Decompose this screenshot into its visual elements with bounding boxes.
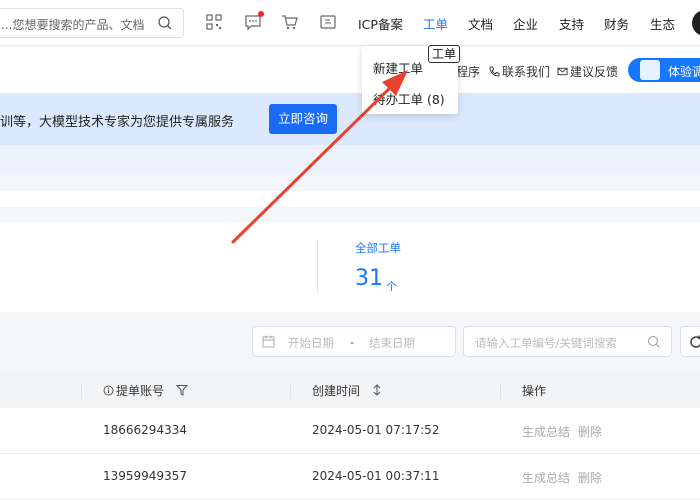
refresh-icon	[690, 335, 700, 348]
ticket-search-placeholder: 请输入工单编号/关键词搜索	[475, 336, 617, 350]
nav-ecosystem[interactable]: 生态	[650, 14, 675, 33]
ticket-search-input[interactable]: 请输入工单编号/关键词搜索	[463, 326, 672, 357]
info-icon	[103, 385, 114, 396]
phone-icon	[489, 66, 500, 77]
avatar[interactable]	[692, 10, 700, 36]
nav-ticket[interactable]: 工单	[423, 14, 448, 33]
search-icon[interactable]	[157, 15, 173, 31]
feedback-link[interactable]: 建议反馈	[557, 63, 618, 80]
top-nav: ...您想要搜索的产品、文档 ICP备案 工单 文档 企业 支持 财务 生态	[0, 0, 700, 46]
experience-icon	[640, 60, 660, 80]
all-tickets-unit: 个	[386, 280, 397, 293]
message-icon[interactable]	[244, 11, 264, 31]
column-header-account: 提单账号	[103, 374, 188, 408]
end-date-field[interactable]: 结束日期	[369, 335, 415, 351]
date-range-picker[interactable]: 开始日期 - 结束日期	[252, 326, 456, 357]
banner-strip	[0, 145, 700, 175]
search-icon[interactable]	[647, 335, 661, 349]
contact-us-link[interactable]: 联系我们	[489, 63, 550, 80]
generate-summary-link[interactable]: 生成总结	[522, 423, 570, 440]
global-search-input[interactable]: ...您想要搜索的产品、文档	[0, 8, 184, 38]
column-header-created-label: 创建时间	[312, 384, 361, 398]
consult-button[interactable]: 立即咨询	[269, 104, 337, 134]
experience-label: 体验调	[668, 65, 700, 79]
contact-us-label: 联系我们	[502, 65, 551, 79]
promo-banner: 训等，大模型技术专家为您提供专属服务 立即咨询	[0, 93, 700, 145]
start-date-field[interactable]: 开始日期	[288, 335, 334, 351]
mini-program-link[interactable]: 程序	[456, 63, 480, 80]
calendar-icon	[262, 335, 275, 348]
generate-summary-link[interactable]: 生成总结	[522, 469, 570, 486]
section-gap	[0, 175, 700, 191]
ticket-table: 提单账号 创建时间 操作 18666294334 2024-05-01 07:1…	[0, 374, 700, 500]
mail-icon	[557, 67, 568, 76]
delete-link[interactable]: 删除	[578, 469, 602, 486]
feedback-label: 建议反馈	[570, 65, 619, 79]
cell-account: 18666294334	[103, 423, 187, 437]
ticket-stats-card: 全部工单 31 个	[0, 222, 700, 312]
sub-bar: 程序 联系我们 建议反馈	[0, 47, 700, 93]
column-divider	[290, 383, 291, 399]
experience-button[interactable]: 体验调	[628, 58, 700, 82]
banner-text: 训等，大模型技术专家为您提供专属服务	[0, 115, 235, 130]
nav-support[interactable]: 支持	[559, 14, 584, 33]
ticket-tooltip: 工单	[428, 45, 461, 63]
all-tickets-label: 全部工单	[355, 241, 401, 255]
filter-icon[interactable]	[175, 384, 188, 396]
column-header-created[interactable]: 创建时间	[312, 374, 382, 408]
qrcode-icon[interactable]	[205, 13, 223, 31]
menu-item-new-ticket[interactable]: 新建工单	[373, 58, 423, 77]
cart-icon[interactable]	[281, 13, 299, 31]
date-separator: -	[350, 335, 355, 349]
table-row: 18666294334 2024-05-01 07:17:52 生成总结 删除	[0, 408, 700, 454]
menu-item-pending-ticket[interactable]: 待办工单 (8)	[373, 89, 445, 108]
column-header-actions: 操作	[522, 384, 547, 398]
global-search-placeholder: ...您想要搜索的产品、文档	[1, 18, 145, 32]
nav-docs[interactable]: 文档	[468, 14, 493, 33]
nav-enterprise[interactable]: 企业	[513, 14, 538, 33]
nav-icp[interactable]: ICP备案	[358, 14, 403, 33]
column-header-account-label: 提单账号	[116, 384, 165, 398]
nav-finance[interactable]: 财务	[604, 14, 629, 33]
refresh-button[interactable]	[680, 326, 700, 357]
notification-dot	[258, 11, 264, 17]
cell-created: 2024-05-01 07:17:52	[312, 423, 440, 437]
column-divider	[81, 383, 82, 399]
cell-created: 2024-05-01 00:37:11	[312, 469, 440, 483]
table-row: 13959949357 2024-05-01 00:37:11 生成总结 删除	[0, 454, 700, 500]
sort-icon[interactable]	[372, 384, 382, 396]
all-tickets-count: 31	[355, 266, 383, 291]
delete-link[interactable]: 删除	[578, 423, 602, 440]
table-header: 提单账号 创建时间 操作	[0, 374, 700, 408]
switch-icon[interactable]	[319, 13, 337, 31]
cell-account: 13959949357	[103, 469, 187, 483]
section-strip	[0, 191, 700, 207]
column-divider	[500, 383, 501, 399]
stats-divider	[317, 240, 318, 294]
